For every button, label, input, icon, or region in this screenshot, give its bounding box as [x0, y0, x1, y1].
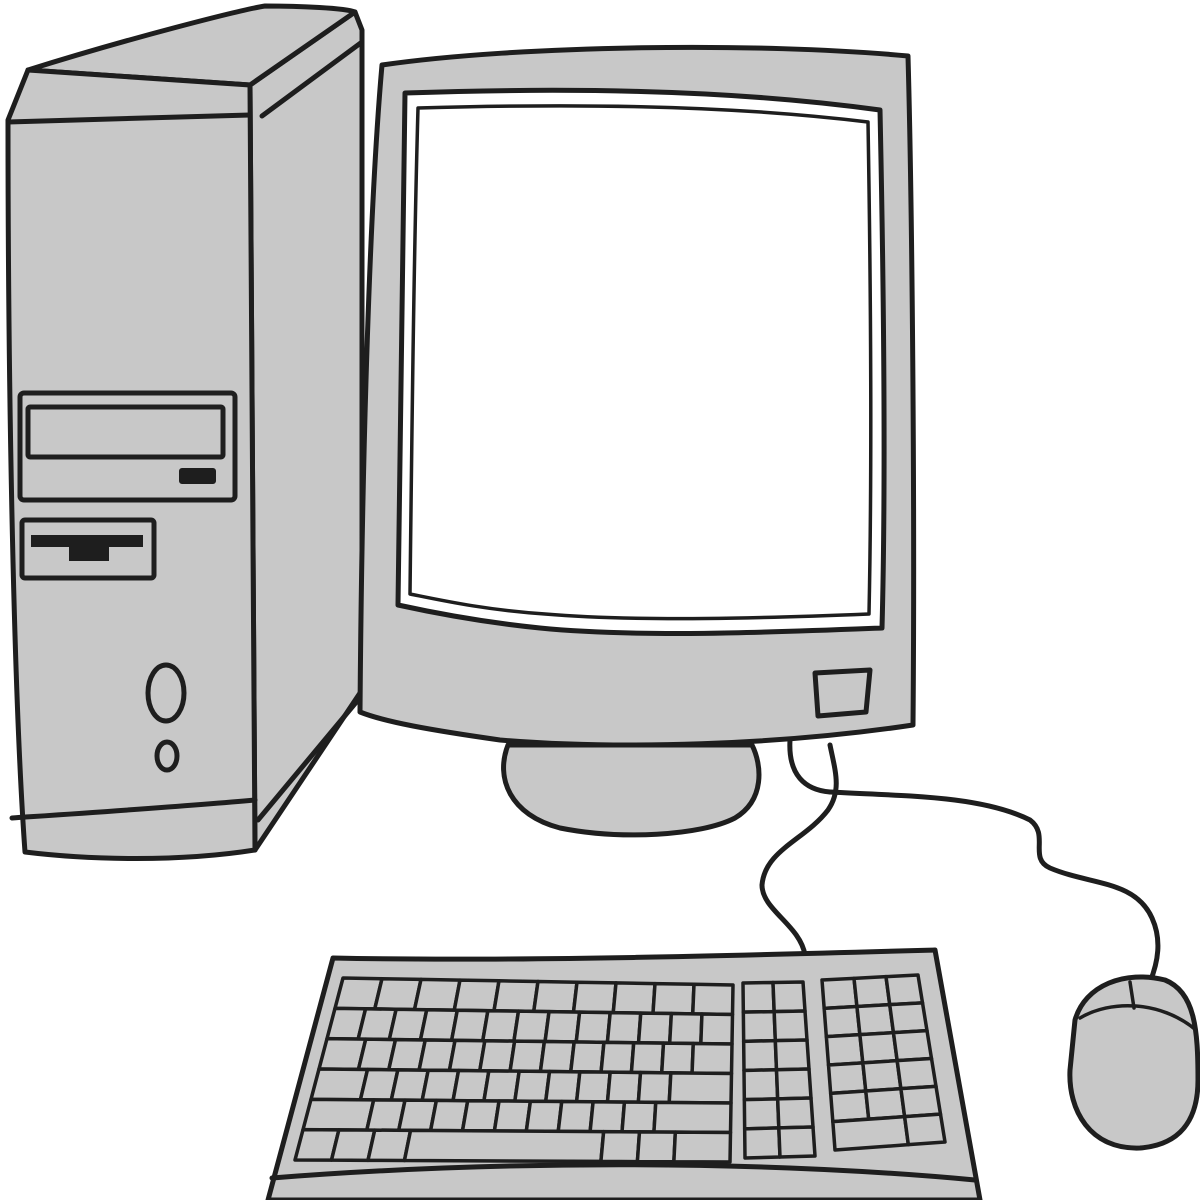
main-key[interactable] [568, 1040, 606, 1074]
main-key[interactable] [659, 1041, 696, 1075]
main-key[interactable] [635, 1130, 678, 1164]
tower-case [5, 3, 365, 861]
main-key[interactable] [629, 1040, 666, 1075]
nav-key[interactable] [742, 1097, 781, 1131]
main-key[interactable] [620, 1100, 658, 1134]
main-key[interactable] [574, 1070, 612, 1104]
numpad-key[interactable] [891, 1028, 934, 1063]
keyboard [265, 947, 983, 1200]
monitor-stand [501, 742, 762, 838]
nav-key[interactable] [742, 1068, 780, 1102]
main-key[interactable] [651, 981, 696, 1016]
main-key[interactable] [652, 1100, 733, 1135]
nav-key[interactable] [742, 1126, 782, 1160]
main-key[interactable] [605, 1070, 643, 1104]
numpad-key[interactable] [855, 1002, 896, 1037]
monitor-cable [787, 737, 833, 795]
numpad-key[interactable] [820, 976, 859, 1011]
numpad-key[interactable] [899, 1084, 943, 1119]
main-key[interactable] [636, 1070, 673, 1105]
nav-key[interactable] [774, 1067, 813, 1101]
main-key[interactable] [588, 1100, 627, 1134]
main-key[interactable] [667, 1011, 704, 1046]
optical-drive-eject-button[interactable] [179, 468, 216, 484]
nav-key[interactable] [772, 1009, 809, 1043]
nav-key[interactable] [741, 980, 776, 1014]
monitor-screen [395, 87, 887, 636]
main-key[interactable] [599, 1040, 636, 1075]
numpad-key[interactable] [887, 1001, 929, 1035]
main-key[interactable] [538, 1039, 576, 1074]
numpad-key[interactable] [902, 1112, 947, 1147]
numpad-key[interactable] [895, 1056, 938, 1091]
main-key[interactable] [571, 980, 618, 1015]
nav-key[interactable] [771, 980, 807, 1014]
main-key[interactable] [699, 1012, 735, 1046]
nav-key[interactable] [741, 1038, 779, 1073]
numpad-key[interactable] [852, 974, 892, 1009]
numpad-key[interactable] [828, 1089, 871, 1124]
main-key[interactable] [492, 979, 540, 1014]
nav-key[interactable] [777, 1125, 817, 1159]
main-key[interactable] [492, 1099, 533, 1133]
main-key[interactable] [611, 981, 657, 1016]
desktop-computer-illustration [5, 3, 1200, 1200]
main-key[interactable] [513, 1069, 552, 1104]
main-key[interactable] [512, 1009, 551, 1044]
main-key[interactable] [452, 978, 501, 1013]
main-key[interactable] [524, 1099, 564, 1134]
tower-side-panel [247, 9, 365, 853]
numpad-key[interactable] [822, 1004, 862, 1039]
nav-key[interactable] [775, 1096, 815, 1130]
nav-key[interactable] [741, 1009, 778, 1044]
monitor [357, 44, 917, 838]
main-key[interactable] [508, 1039, 547, 1074]
numpad-key[interactable] [826, 1061, 868, 1096]
main-key[interactable] [543, 1069, 582, 1104]
numpad-key[interactable] [831, 1114, 911, 1152]
nav-key[interactable] [773, 1038, 811, 1072]
main-key[interactable] [574, 1010, 612, 1045]
main-key[interactable] [556, 1099, 595, 1134]
main-key[interactable] [412, 977, 462, 1012]
numpad-key[interactable] [858, 1030, 899, 1065]
main-key[interactable] [599, 1129, 642, 1164]
main-key-block [293, 976, 735, 1164]
navigation-key-block [741, 980, 817, 1160]
main-key[interactable] [532, 979, 579, 1014]
numpad-key[interactable] [861, 1058, 903, 1093]
main-key[interactable] [636, 1011, 674, 1045]
mouse[interactable] [1067, 974, 1200, 1151]
numpad-key[interactable] [824, 1032, 865, 1067]
numpad-key[interactable] [864, 1086, 907, 1121]
main-key[interactable] [543, 1009, 582, 1044]
main-key[interactable] [309, 1067, 370, 1102]
main-key[interactable] [691, 982, 735, 1017]
power-button[interactable] [145, 662, 187, 724]
reset-button[interactable] [154, 739, 180, 773]
main-key[interactable] [402, 1128, 606, 1164]
main-key[interactable] [672, 1130, 733, 1164]
monitor-power-button[interactable] [812, 667, 873, 719]
main-key[interactable] [667, 1071, 734, 1105]
numpad-key[interactable] [884, 973, 925, 1007]
main-key[interactable] [690, 1041, 734, 1076]
main-key[interactable] [301, 1097, 376, 1132]
main-key[interactable] [605, 1010, 643, 1045]
